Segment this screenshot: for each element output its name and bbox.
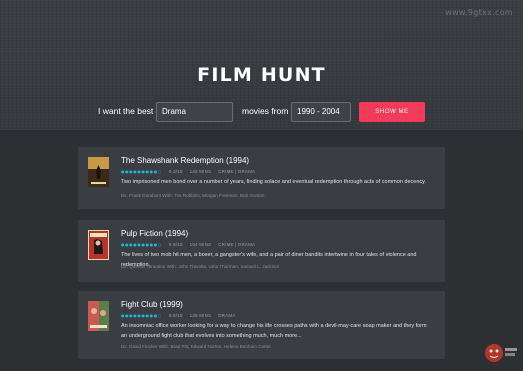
rating-stars: ●●●●●●●●●○ xyxy=(121,312,162,318)
movie-meta: ●●●●●●●●●○ 8.8/10 139 MINS DRAMA xyxy=(121,311,236,319)
poster-pulp-fiction-icon xyxy=(88,230,109,260)
movie-genres: CRIME | DRAMA xyxy=(218,241,256,247)
rating-stars: ●●●●●●●●●○ xyxy=(121,168,162,174)
filter-label-prefix: I want the best xyxy=(98,106,154,116)
movie-meta: ●●●●●●●●●○ 9.3/10 142 MINS CRIME | DRAMA xyxy=(121,167,255,175)
movie-rating: 8.9/10 xyxy=(168,241,183,247)
movie-title[interactable]: The Shawshank Redemption (1994) xyxy=(121,156,249,165)
movie-genres: DRAMA xyxy=(218,312,236,318)
movie-cast: Dir. Quentin Tarantino With: John Travol… xyxy=(121,264,280,269)
movie-title[interactable]: Fight Club (1999) xyxy=(121,300,183,309)
page-title: FILM HUNT xyxy=(197,64,326,86)
movie-description: An insomniac office worker looking for a… xyxy=(121,323,427,339)
movie-runtime: 139 MINS xyxy=(189,312,212,318)
movie-rating: 8.8/10 xyxy=(168,312,183,318)
movie-description: Two imprisoned men bond over a number of… xyxy=(121,179,427,185)
movie-runtime: 154 MINS xyxy=(189,241,212,247)
movie-meta: ●●●●●●●●●○ 8.9/10 154 MINS CRIME | DRAMA xyxy=(121,240,255,248)
movie-card[interactable]: Fight Club (1999) ●●●●●●●●●○ 8.8/10 139 … xyxy=(78,291,445,359)
movie-card[interactable]: Pulp Fiction (1994) ●●●●●●●●●○ 8.9/10 15… xyxy=(78,220,445,282)
filter-label-middle: movies from xyxy=(242,106,289,116)
poster-fight-club-icon xyxy=(88,301,109,331)
year-range-input[interactable]: 1990 - 2004 xyxy=(291,102,351,122)
movie-runtime: 142 MINS xyxy=(189,168,212,174)
movie-card[interactable]: The Shawshank Redemption (1994) ●●●●●●●●… xyxy=(78,147,445,209)
movie-genres: CRIME | DRAMA xyxy=(218,168,256,174)
site-logo-icon xyxy=(479,336,519,366)
movie-cast: Dir. Frank Darabont With: Tim Robbins, M… xyxy=(121,193,265,198)
movie-title[interactable]: Pulp Fiction (1994) xyxy=(121,229,188,238)
poster-shawshank-icon xyxy=(88,157,109,187)
watermark: www.9gtxx.com xyxy=(445,8,513,17)
genre-input[interactable]: Drama xyxy=(156,102,233,122)
movie-rating: 9.3/10 xyxy=(168,168,183,174)
rating-stars: ●●●●●●●●●○ xyxy=(121,241,162,247)
show-me-button[interactable]: SHOW ME xyxy=(359,102,425,122)
movie-cast: Dir. David Fincher With: Brad Pitt, Edwa… xyxy=(121,344,271,349)
